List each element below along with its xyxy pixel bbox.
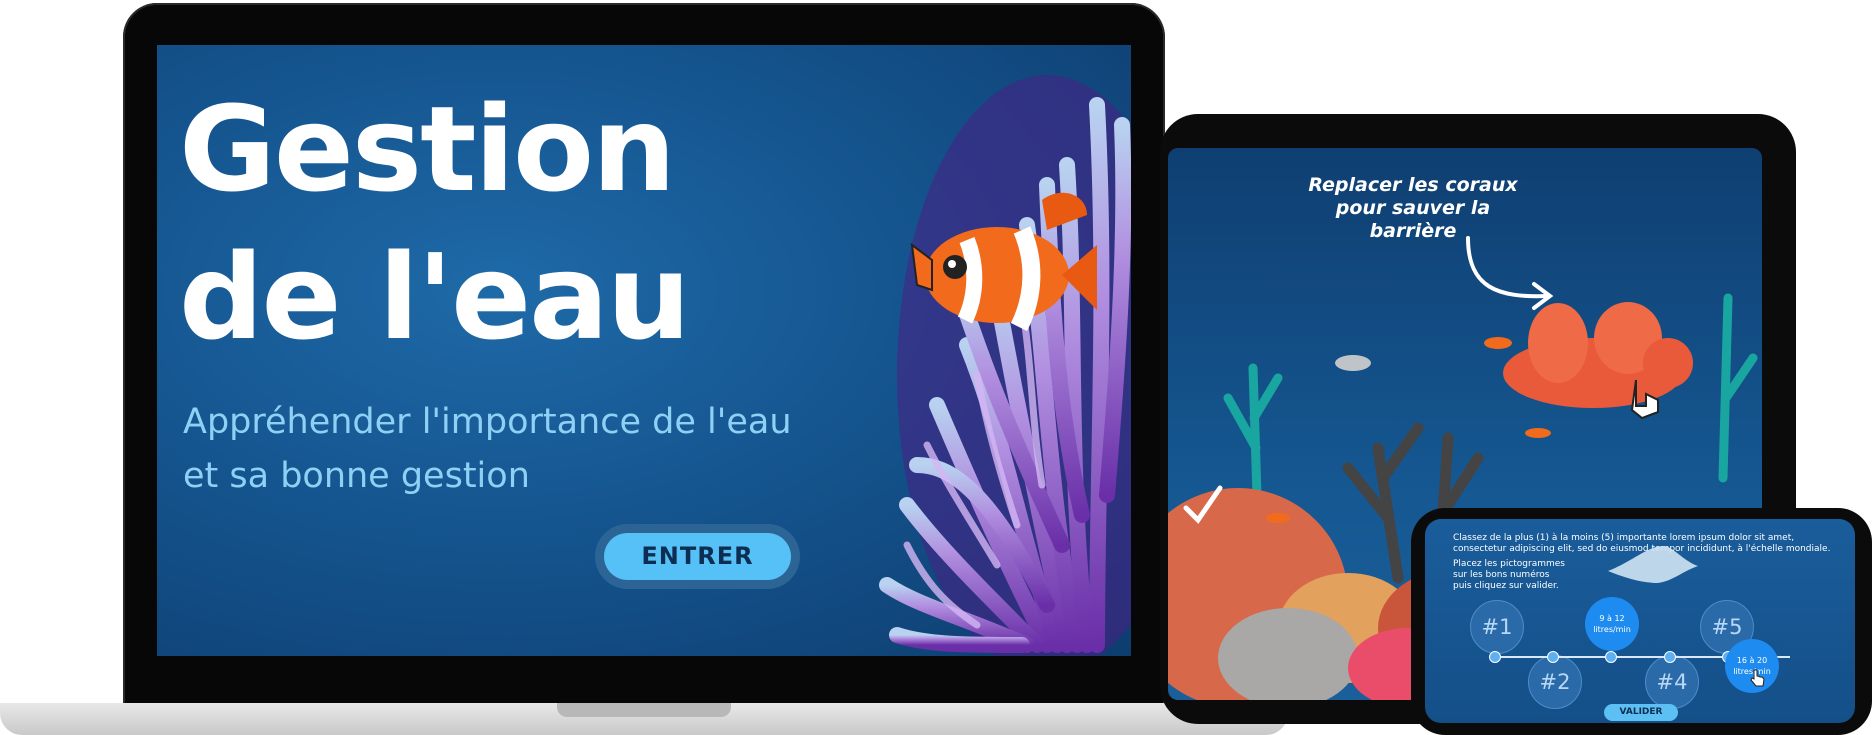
subtitle-line-1: Appréhender l'importance de l'eau — [183, 402, 792, 442]
hand-cursor-icon — [1750, 669, 1765, 687]
anemone-clownfish-illustration — [879, 75, 1131, 656]
laptop-screen: Gestion de l'eau Appréhender l'importanc… — [157, 45, 1131, 656]
rank-slot-1[interactable]: #1 — [1470, 600, 1524, 654]
validate-button[interactable]: VALIDER — [1604, 704, 1678, 721]
track-dot — [1664, 651, 1676, 663]
enter-button-label: ENTRER — [604, 533, 791, 580]
title-line-1: Gestion — [179, 80, 676, 218]
page-title: Gestion de l'eau — [179, 75, 691, 371]
pictogram-9-12[interactable]: 9 à 12 litres/min — [1585, 597, 1639, 651]
ranking-hint: Placez les pictogrammes sur les bons num… — [1453, 559, 1565, 591]
phone-screen: Classez de la plus (1) à la moins (5) im… — [1425, 519, 1855, 723]
rank-slot-2[interactable]: #2 — [1528, 655, 1582, 709]
track-dot — [1605, 651, 1617, 663]
track-dot — [1489, 651, 1501, 663]
subtitle-line-2: et sa bonne gestion — [183, 456, 530, 496]
track-dot — [1547, 651, 1559, 663]
enter-button[interactable]: ENTRER — [595, 524, 800, 589]
manta-ray-icon — [1608, 546, 1698, 583]
draggable-coral[interactable] — [1503, 302, 1693, 408]
page-subtitle: Appréhender l'importance de l'eau et sa … — [183, 395, 803, 503]
title-line-2: de l'eau — [179, 228, 691, 366]
rank-slot-4[interactable]: #4 — [1645, 655, 1699, 709]
laptop-notch — [557, 703, 731, 717]
